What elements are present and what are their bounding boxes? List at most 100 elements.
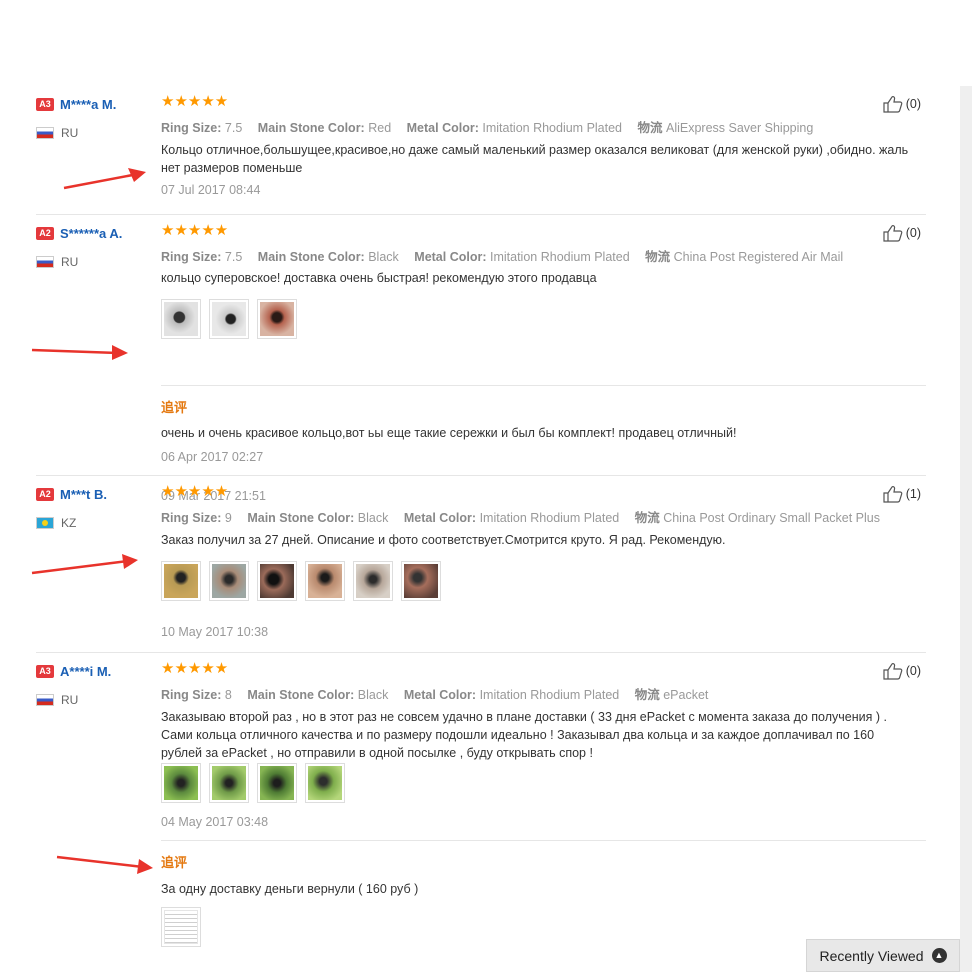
helpful-button[interactable]: (0)	[883, 662, 921, 680]
ring-size-label: Ring Size:	[161, 121, 222, 135]
followup-divider	[161, 385, 926, 386]
order-attributes: Ring Size: 7.5 Main Stone Color: Black M…	[161, 246, 843, 265]
reviewer-name[interactable]: M***t B.	[60, 487, 107, 502]
shipping-label: 物流	[645, 250, 671, 264]
review-photo[interactable]	[161, 763, 201, 803]
flag-icon	[36, 256, 54, 268]
stone-color-label: Main Stone Color:	[247, 511, 355, 525]
recently-viewed-button[interactable]: Recently Viewed ▲	[806, 939, 960, 972]
review-text: Заказ получил за 27 дней. Описание и фот…	[161, 533, 726, 547]
shipping-label: 物流	[637, 121, 663, 135]
review-photo[interactable]	[257, 299, 297, 339]
country-code: RU	[61, 126, 79, 140]
star-rating: ★★★★★	[161, 660, 229, 677]
review-photo[interactable]	[161, 299, 201, 339]
review-photo[interactable]	[161, 907, 201, 947]
helpful-count: (0)	[905, 226, 921, 240]
stone-color-label: Main Stone Color:	[257, 121, 365, 135]
reviewer-country: KZ	[36, 516, 156, 530]
followup-label: 追评	[161, 855, 188, 870]
star-rating: ★★★★★	[161, 483, 229, 500]
review-photo[interactable]	[305, 763, 345, 803]
review-photos	[161, 561, 441, 601]
review-photo[interactable]	[209, 561, 249, 601]
shipping-label: 物流	[634, 511, 660, 525]
review-item: A2 M***t B. KZ ★★★★★ Ring Size: 9 Main St…	[36, 476, 926, 653]
helpful-count: (1)	[905, 487, 921, 501]
member-level-badge: A2	[36, 227, 54, 241]
review-date: 04 May 2017 03:48	[161, 815, 269, 829]
reviewer-info: A3 A****i M. RU	[36, 663, 156, 707]
star-rating: ★★★★★	[161, 222, 229, 239]
stone-color-value: Black	[368, 250, 399, 264]
reviewer-info: A3 M****a M. RU	[36, 96, 156, 140]
helpful-button[interactable]: (0)	[883, 224, 921, 242]
country-code: RU	[61, 693, 79, 707]
annotation-arrow	[31, 554, 138, 575]
helpful-count: (0)	[905, 97, 921, 111]
reviewer-name[interactable]: A****i M.	[60, 664, 111, 679]
flag-icon	[36, 694, 54, 706]
ring-size-value: 8	[224, 688, 232, 702]
annotation-arrow	[31, 345, 128, 360]
followup-photos	[161, 907, 201, 947]
metal-color-label: Metal Color:	[403, 688, 477, 702]
metal-color-label: Metal Color:	[414, 250, 487, 264]
annotation-arrow	[56, 855, 153, 874]
thumbs-up-icon	[883, 663, 903, 680]
order-attributes: Ring Size: 9 Main Stone Color: Black Met…	[161, 507, 880, 526]
followup-text: очень и очень красивое кольцо,вот ьы еще…	[161, 426, 737, 440]
review-photo[interactable]	[353, 561, 393, 601]
review-photo[interactable]	[257, 561, 297, 601]
reviewer-country: RU	[36, 255, 156, 269]
country-code: RU	[61, 255, 79, 269]
stone-color-label: Main Stone Color:	[257, 250, 365, 264]
review-photos	[161, 763, 345, 803]
helpful-count: (0)	[905, 664, 921, 678]
scroll-track[interactable]	[960, 86, 972, 972]
helpful-button[interactable]: (0)	[883, 95, 921, 113]
review-item: A2 S******a A. RU ★★★★★ Ring Size: 7.5 Ma…	[36, 215, 926, 503]
stone-color-label: Main Stone Color:	[247, 688, 355, 702]
metal-color-label: Metal Color:	[406, 121, 479, 135]
shipping-value: China Post Ordinary Small Packet Plus	[663, 511, 880, 525]
followup-divider	[161, 840, 926, 841]
metal-color-value: Imitation Rhodium Plated	[490, 250, 630, 264]
review-item: A3 M****a M. RU ★★★★★ Ring Size: 7.5 Main…	[36, 86, 926, 215]
review-text: Заказываю второй раз , но в этот раз не …	[161, 710, 887, 760]
thumbs-up-icon	[883, 225, 903, 242]
stone-color-value: Red	[368, 121, 392, 135]
shipping-value: China Post Registered Air Mail	[673, 250, 844, 264]
shipping-value: ePacket	[663, 688, 709, 702]
review-photo[interactable]	[161, 561, 201, 601]
review-item: A3 A****i M. RU ★★★★★ Ring Size: 8 Main S…	[36, 653, 926, 972]
reviewer-info: A2 S******a A. RU	[36, 225, 156, 269]
review-photo[interactable]	[401, 561, 441, 601]
country-code: KZ	[61, 516, 77, 530]
page-header-area	[0, 0, 972, 86]
reviewer-country: RU	[36, 126, 156, 140]
stone-color-value: Black	[357, 511, 389, 525]
review-photo[interactable]	[209, 763, 249, 803]
thumbs-up-icon	[883, 96, 903, 113]
reviewer-name[interactable]: M****a M.	[60, 97, 116, 112]
annotation-arrow	[63, 168, 146, 190]
shipping-value: AliExpress Saver Shipping	[666, 121, 814, 135]
order-attributes: Ring Size: 8 Main Stone Color: Black Met…	[161, 684, 708, 703]
helpful-button[interactable]: (1)	[883, 485, 921, 503]
ring-size-value: 9	[224, 511, 232, 525]
recently-viewed-label: Recently Viewed	[819, 947, 924, 964]
review-photo[interactable]	[257, 763, 297, 803]
reviewer-info: A2 M***t B. KZ	[36, 486, 156, 530]
review-photo[interactable]	[305, 561, 345, 601]
ring-size-value: 7.5	[224, 250, 243, 264]
member-level-badge: A2	[36, 488, 54, 502]
reviewer-name[interactable]: S******a A.	[60, 226, 122, 241]
metal-color-value: Imitation Rhodium Plated	[479, 511, 620, 525]
review-list: A3 M****a M. RU ★★★★★ Ring Size: 7.5 Main…	[36, 86, 926, 972]
review-date: 10 May 2017 10:38	[161, 625, 269, 639]
chevron-up-icon: ▲	[931, 948, 947, 963]
ring-size-label: Ring Size:	[161, 688, 222, 702]
review-photo[interactable]	[209, 299, 249, 339]
stone-color-value: Black	[357, 688, 389, 702]
